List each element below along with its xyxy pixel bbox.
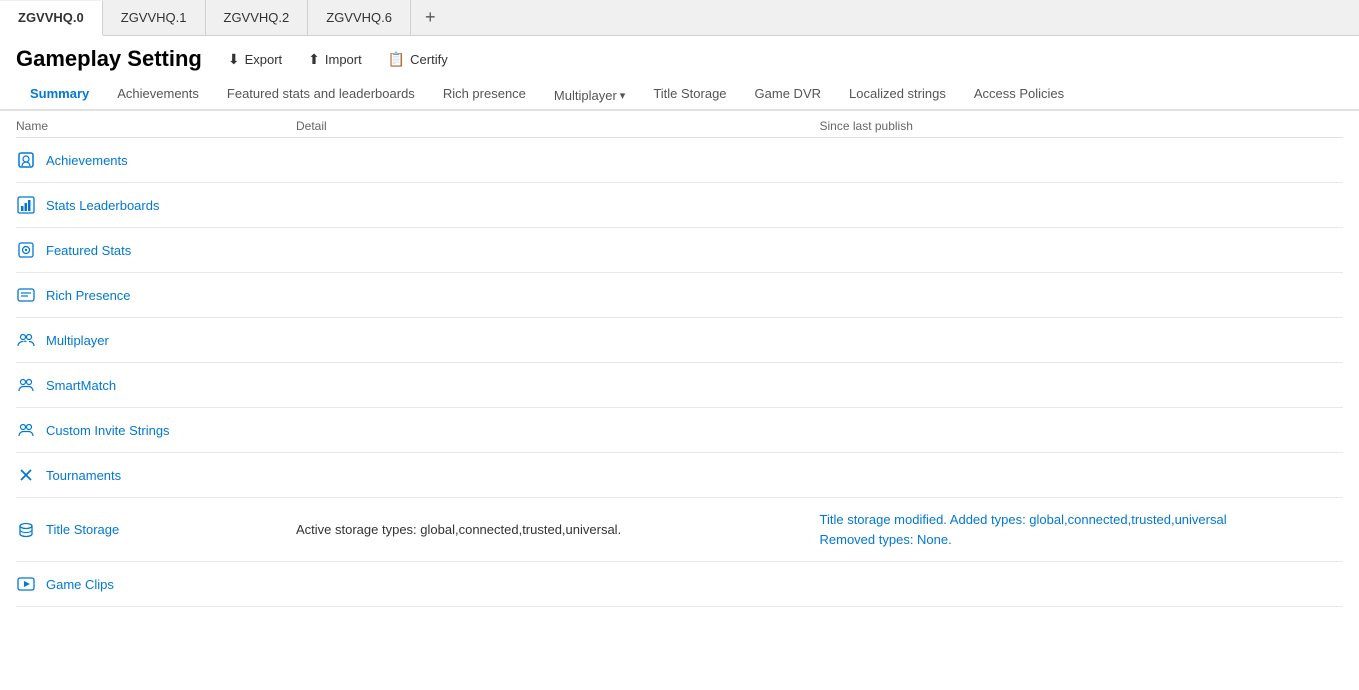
- tab-bar: ZGVVHQ.0 ZGVVHQ.1 ZGVVHQ.2 ZGVVHQ.6 +: [0, 0, 1359, 36]
- nav-tab-rich-presence[interactable]: Rich presence: [429, 78, 540, 111]
- page-header: Gameplay Setting ⬇ Export ⬆ Import 📋 Cer…: [0, 36, 1359, 78]
- nav-tab-game-dvr[interactable]: Game DVR: [741, 78, 835, 111]
- import-button[interactable]: ⬆ Import: [302, 47, 368, 72]
- row-multiplayer[interactable]: Multiplayer: [16, 330, 296, 350]
- rich-presence-icon: [16, 285, 36, 305]
- row-custom-invite-strings[interactable]: Custom Invite Strings: [16, 420, 296, 440]
- tab-zgvvhq2[interactable]: ZGVVHQ.2: [206, 0, 309, 35]
- export-button[interactable]: ⬇ Export: [222, 47, 288, 72]
- table-row: Rich Presence: [16, 273, 1343, 318]
- table-row: SmartMatch: [16, 363, 1343, 408]
- title-storage-since-line1: Title storage modified. Added types: glo…: [820, 510, 1344, 530]
- table-row: Custom Invite Strings: [16, 408, 1343, 453]
- row-featured-stats[interactable]: Featured Stats: [16, 240, 296, 260]
- featured-stats-icon: [16, 240, 36, 260]
- tournaments-label: Tournaments: [46, 468, 121, 483]
- title-storage-detail: Active storage types: global,connected,t…: [296, 522, 820, 537]
- tab-zgvvhq0[interactable]: ZGVVHQ.0: [0, 1, 103, 36]
- row-tournaments[interactable]: Tournaments: [16, 465, 296, 485]
- smartmatch-icon: [16, 375, 36, 395]
- nav-tab-access-policies[interactable]: Access Policies: [960, 78, 1078, 111]
- smartmatch-label: SmartMatch: [46, 378, 116, 393]
- tab-zgvvhq6[interactable]: ZGVVHQ.6: [308, 0, 411, 35]
- featured-stats-label: Featured Stats: [46, 243, 131, 258]
- table-row: Achievements: [16, 138, 1343, 183]
- custom-invite-strings-icon: [16, 420, 36, 440]
- title-storage-icon: [16, 520, 36, 540]
- certify-label: Certify: [410, 52, 448, 67]
- chevron-down-icon: ▾: [620, 89, 626, 102]
- achievements-icon: [16, 150, 36, 170]
- row-rich-presence[interactable]: Rich Presence: [16, 285, 296, 305]
- game-clips-icon: [16, 574, 36, 594]
- custom-invite-strings-label: Custom Invite Strings: [46, 423, 170, 438]
- rich-presence-label: Rich Presence: [46, 288, 131, 303]
- title-storage-since: Title storage modified. Added types: glo…: [820, 510, 1344, 549]
- title-storage-since-line2: Removed types: None.: [820, 530, 1344, 550]
- table-header: Name Detail Since last publish: [16, 111, 1343, 138]
- game-clips-label: Game Clips: [46, 577, 114, 592]
- nav-tab-achievements[interactable]: Achievements: [103, 78, 213, 111]
- multiplayer-icon: [16, 330, 36, 350]
- table-row: Multiplayer: [16, 318, 1343, 363]
- table-row: Stats Leaderboards: [16, 183, 1343, 228]
- row-game-clips[interactable]: Game Clips: [16, 574, 296, 594]
- import-icon: ⬆: [308, 51, 320, 68]
- table-row: Game Clips: [16, 562, 1343, 607]
- nav-tab-multiplayer[interactable]: Multiplayer ▾: [540, 80, 639, 111]
- table-row: Tournaments: [16, 453, 1343, 498]
- row-smartmatch[interactable]: SmartMatch: [16, 375, 296, 395]
- import-label: Import: [325, 52, 362, 67]
- export-label: Export: [245, 52, 283, 67]
- page-title: Gameplay Setting: [16, 46, 202, 72]
- nav-tab-title-storage[interactable]: Title Storage: [639, 78, 740, 111]
- tab-zgvvhq1[interactable]: ZGVVHQ.1: [103, 0, 206, 35]
- add-tab-button[interactable]: +: [411, 0, 450, 35]
- export-icon: ⬇: [228, 51, 240, 68]
- nav-tab-featured[interactable]: Featured stats and leaderboards: [213, 78, 429, 111]
- header-since: Since last publish: [820, 119, 1344, 133]
- table-row: Featured Stats: [16, 228, 1343, 273]
- nav-tab-localized-strings[interactable]: Localized strings: [835, 78, 960, 111]
- row-achievements[interactable]: Achievements: [16, 150, 296, 170]
- multiplayer-label: Multiplayer: [554, 88, 617, 103]
- title-storage-label: Title Storage: [46, 522, 119, 537]
- header-actions: ⬇ Export ⬆ Import 📋 Certify: [222, 47, 454, 72]
- stats-leaderboards-label: Stats Leaderboards: [46, 198, 159, 213]
- stats-leaderboards-icon: [16, 195, 36, 215]
- achievements-label: Achievements: [46, 153, 128, 168]
- header-name: Name: [16, 119, 296, 133]
- table-row: Title Storage Active storage types: glob…: [16, 498, 1343, 562]
- certify-icon: 📋: [388, 51, 405, 68]
- row-stats-leaderboards[interactable]: Stats Leaderboards: [16, 195, 296, 215]
- summary-table: Name Detail Since last publish Achieveme…: [0, 111, 1359, 607]
- multiplayer-label: Multiplayer: [46, 333, 109, 348]
- nav-tab-summary[interactable]: Summary: [16, 78, 103, 111]
- nav-tabs: Summary Achievements Featured stats and …: [0, 78, 1359, 111]
- tournaments-icon: [16, 465, 36, 485]
- row-title-storage[interactable]: Title Storage: [16, 520, 296, 540]
- header-detail: Detail: [296, 119, 820, 133]
- certify-button[interactable]: 📋 Certify: [382, 47, 454, 72]
